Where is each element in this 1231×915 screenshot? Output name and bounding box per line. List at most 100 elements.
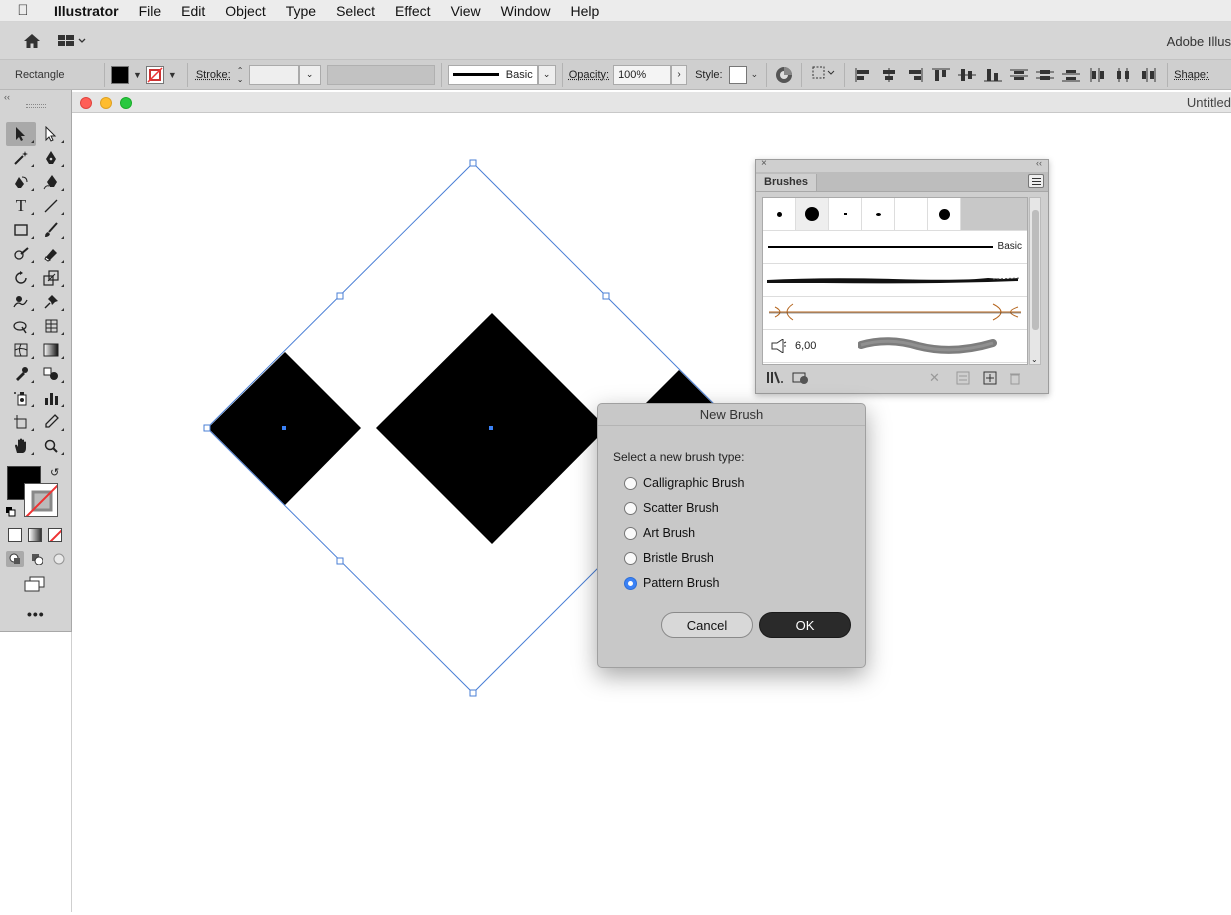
radio-button[interactable]	[624, 527, 637, 540]
slice-tool[interactable]	[36, 410, 66, 434]
menu-select[interactable]: Select	[326, 3, 385, 19]
option-calligraphic-brush[interactable]: Calligraphic Brush	[624, 476, 744, 490]
brush-row-basic[interactable]: Basic	[763, 231, 1027, 264]
stroke-weight-stepper[interactable]: ⌃ ⌄	[237, 65, 249, 85]
menu-type[interactable]: Type	[276, 3, 326, 19]
opacity-input[interactable]: 100%	[613, 65, 671, 85]
distribute-right-icon[interactable]	[1139, 67, 1159, 83]
line-segment-tool[interactable]	[36, 194, 66, 218]
shape-label[interactable]: Shape:	[1174, 69, 1209, 81]
ok-button[interactable]: OK	[759, 612, 851, 638]
menu-object[interactable]: Object	[215, 3, 275, 19]
draw-behind-icon[interactable]	[28, 551, 46, 567]
stroke-weight-dropdown[interactable]: ⌄	[299, 65, 321, 85]
distribute-left-icon[interactable]	[1087, 67, 1107, 83]
stroke-weight-input[interactable]	[249, 65, 299, 85]
hand-tool[interactable]	[6, 434, 36, 458]
align-right-icon[interactable]	[905, 67, 925, 83]
menu-help[interactable]: Help	[560, 3, 609, 19]
radio-button[interactable]	[624, 502, 637, 515]
apple-icon[interactable]: 	[0, 2, 46, 19]
pen-tool[interactable]	[36, 146, 66, 170]
warp-tool[interactable]	[6, 290, 36, 314]
align-bottom-icon[interactable]	[983, 67, 1003, 83]
align-vcenter-icon[interactable]	[957, 67, 977, 83]
close-window-button[interactable]	[80, 97, 92, 109]
gradient-tool[interactable]	[36, 338, 66, 362]
close-panel-icon[interactable]: ×	[761, 158, 767, 169]
align-left-icon[interactable]	[853, 67, 873, 83]
brush-swatch[interactable]	[895, 198, 928, 230]
screen-mode-icon[interactable]	[24, 576, 46, 595]
curvature-tool[interactable]	[6, 170, 36, 194]
default-fill-stroke-icon[interactable]	[6, 506, 16, 516]
symbol-sprayer-tool[interactable]	[6, 386, 36, 410]
option-art-brush[interactable]: Art Brush	[624, 526, 695, 540]
option-bristle-brush[interactable]: Bristle Brush	[624, 551, 714, 565]
radio-button[interactable]	[624, 477, 637, 490]
none-mode-icon[interactable]	[48, 528, 62, 542]
magic-wand-tool[interactable]	[6, 146, 36, 170]
option-scatter-brush[interactable]: Scatter Brush	[624, 501, 719, 515]
brush-row-charcoal[interactable]	[763, 264, 1027, 297]
type-tool[interactable]: T	[6, 194, 36, 218]
recolor-artwork-icon[interactable]	[775, 66, 793, 84]
option-pattern-brush[interactable]: Pattern Brush	[624, 576, 719, 590]
rotate-tool[interactable]	[6, 266, 36, 290]
paintbrush-tool[interactable]	[36, 218, 66, 242]
free-transform-tool[interactable]	[6, 314, 36, 338]
remove-brush-stroke-icon[interactable]: ✕	[929, 370, 940, 386]
brush-row-bristle[interactable]: 6,00	[763, 330, 1027, 363]
rectangle-tool[interactable]	[6, 218, 36, 242]
menu-effect[interactable]: Effect	[385, 3, 441, 19]
libraries-panel-icon[interactable]	[792, 371, 810, 388]
eyedropper-tool[interactable]	[6, 362, 36, 386]
direct-selection-tool[interactable]	[36, 122, 66, 146]
brush-dropdown[interactable]: ⌄	[538, 65, 556, 85]
radio-button[interactable]	[624, 552, 637, 565]
distribute-top-icon[interactable]	[1009, 67, 1029, 83]
brush-swatch[interactable]	[928, 198, 961, 230]
workspace-switcher-button[interactable]	[58, 29, 98, 53]
menu-file[interactable]: File	[129, 3, 172, 19]
new-brush-icon[interactable]	[983, 371, 997, 388]
shape-builder-tool[interactable]	[36, 314, 66, 338]
brush-list-scrollbar[interactable]: ⌄	[1029, 197, 1041, 365]
brush-options-icon[interactable]	[956, 371, 970, 388]
menu-edit[interactable]: Edit	[171, 3, 215, 19]
zoom-tool[interactable]	[36, 434, 66, 458]
opacity-label[interactable]: Opacity:	[569, 69, 609, 81]
edit-toolbar-icon[interactable]: •••	[27, 606, 45, 622]
brush-definition-field[interactable]: Basic	[448, 65, 538, 85]
puppet-warp-tool[interactable]	[36, 290, 66, 314]
menu-window[interactable]: Window	[491, 3, 561, 19]
scrollbar-thumb[interactable]	[1032, 210, 1039, 330]
blend-tool[interactable]	[36, 362, 66, 386]
style-dropdown-icon[interactable]: ⌄	[751, 69, 759, 80]
paintbrush-pen-tool[interactable]	[36, 170, 66, 194]
fill-dropdown-icon[interactable]: ▼	[133, 70, 142, 80]
align-top-icon[interactable]	[931, 67, 951, 83]
stroke-label[interactable]: Stroke:	[196, 69, 231, 81]
opacity-expand[interactable]: ›	[671, 65, 687, 85]
menu-app-name[interactable]: Illustrator	[46, 3, 129, 19]
stroke-color-box[interactable]	[24, 483, 58, 517]
swap-fill-stroke-icon[interactable]: ↺	[50, 466, 59, 479]
align-to-selection-button[interactable]	[812, 66, 838, 83]
brush-row-arrow[interactable]	[763, 297, 1027, 330]
cancel-button[interactable]: Cancel	[661, 612, 753, 638]
distribute-bottom-icon[interactable]	[1061, 67, 1081, 83]
brush-swatch[interactable]	[862, 198, 895, 230]
mesh-tool[interactable]	[6, 338, 36, 362]
fill-swatch[interactable]	[111, 66, 129, 84]
gradient-mode-icon[interactable]	[28, 528, 42, 542]
tab-brushes[interactable]: Brushes	[756, 174, 817, 191]
draw-normal-icon[interactable]	[6, 551, 24, 567]
zoom-window-button[interactable]	[120, 97, 132, 109]
brush-swatch[interactable]	[763, 198, 796, 230]
collapse-toolbox-icon[interactable]: ‹‹	[4, 92, 10, 102]
draw-inside-icon[interactable]	[50, 551, 68, 567]
selection-tool[interactable]	[6, 122, 36, 146]
distribute-vcenter-icon[interactable]	[1035, 67, 1055, 83]
toolbox-grip[interactable]	[26, 104, 46, 108]
